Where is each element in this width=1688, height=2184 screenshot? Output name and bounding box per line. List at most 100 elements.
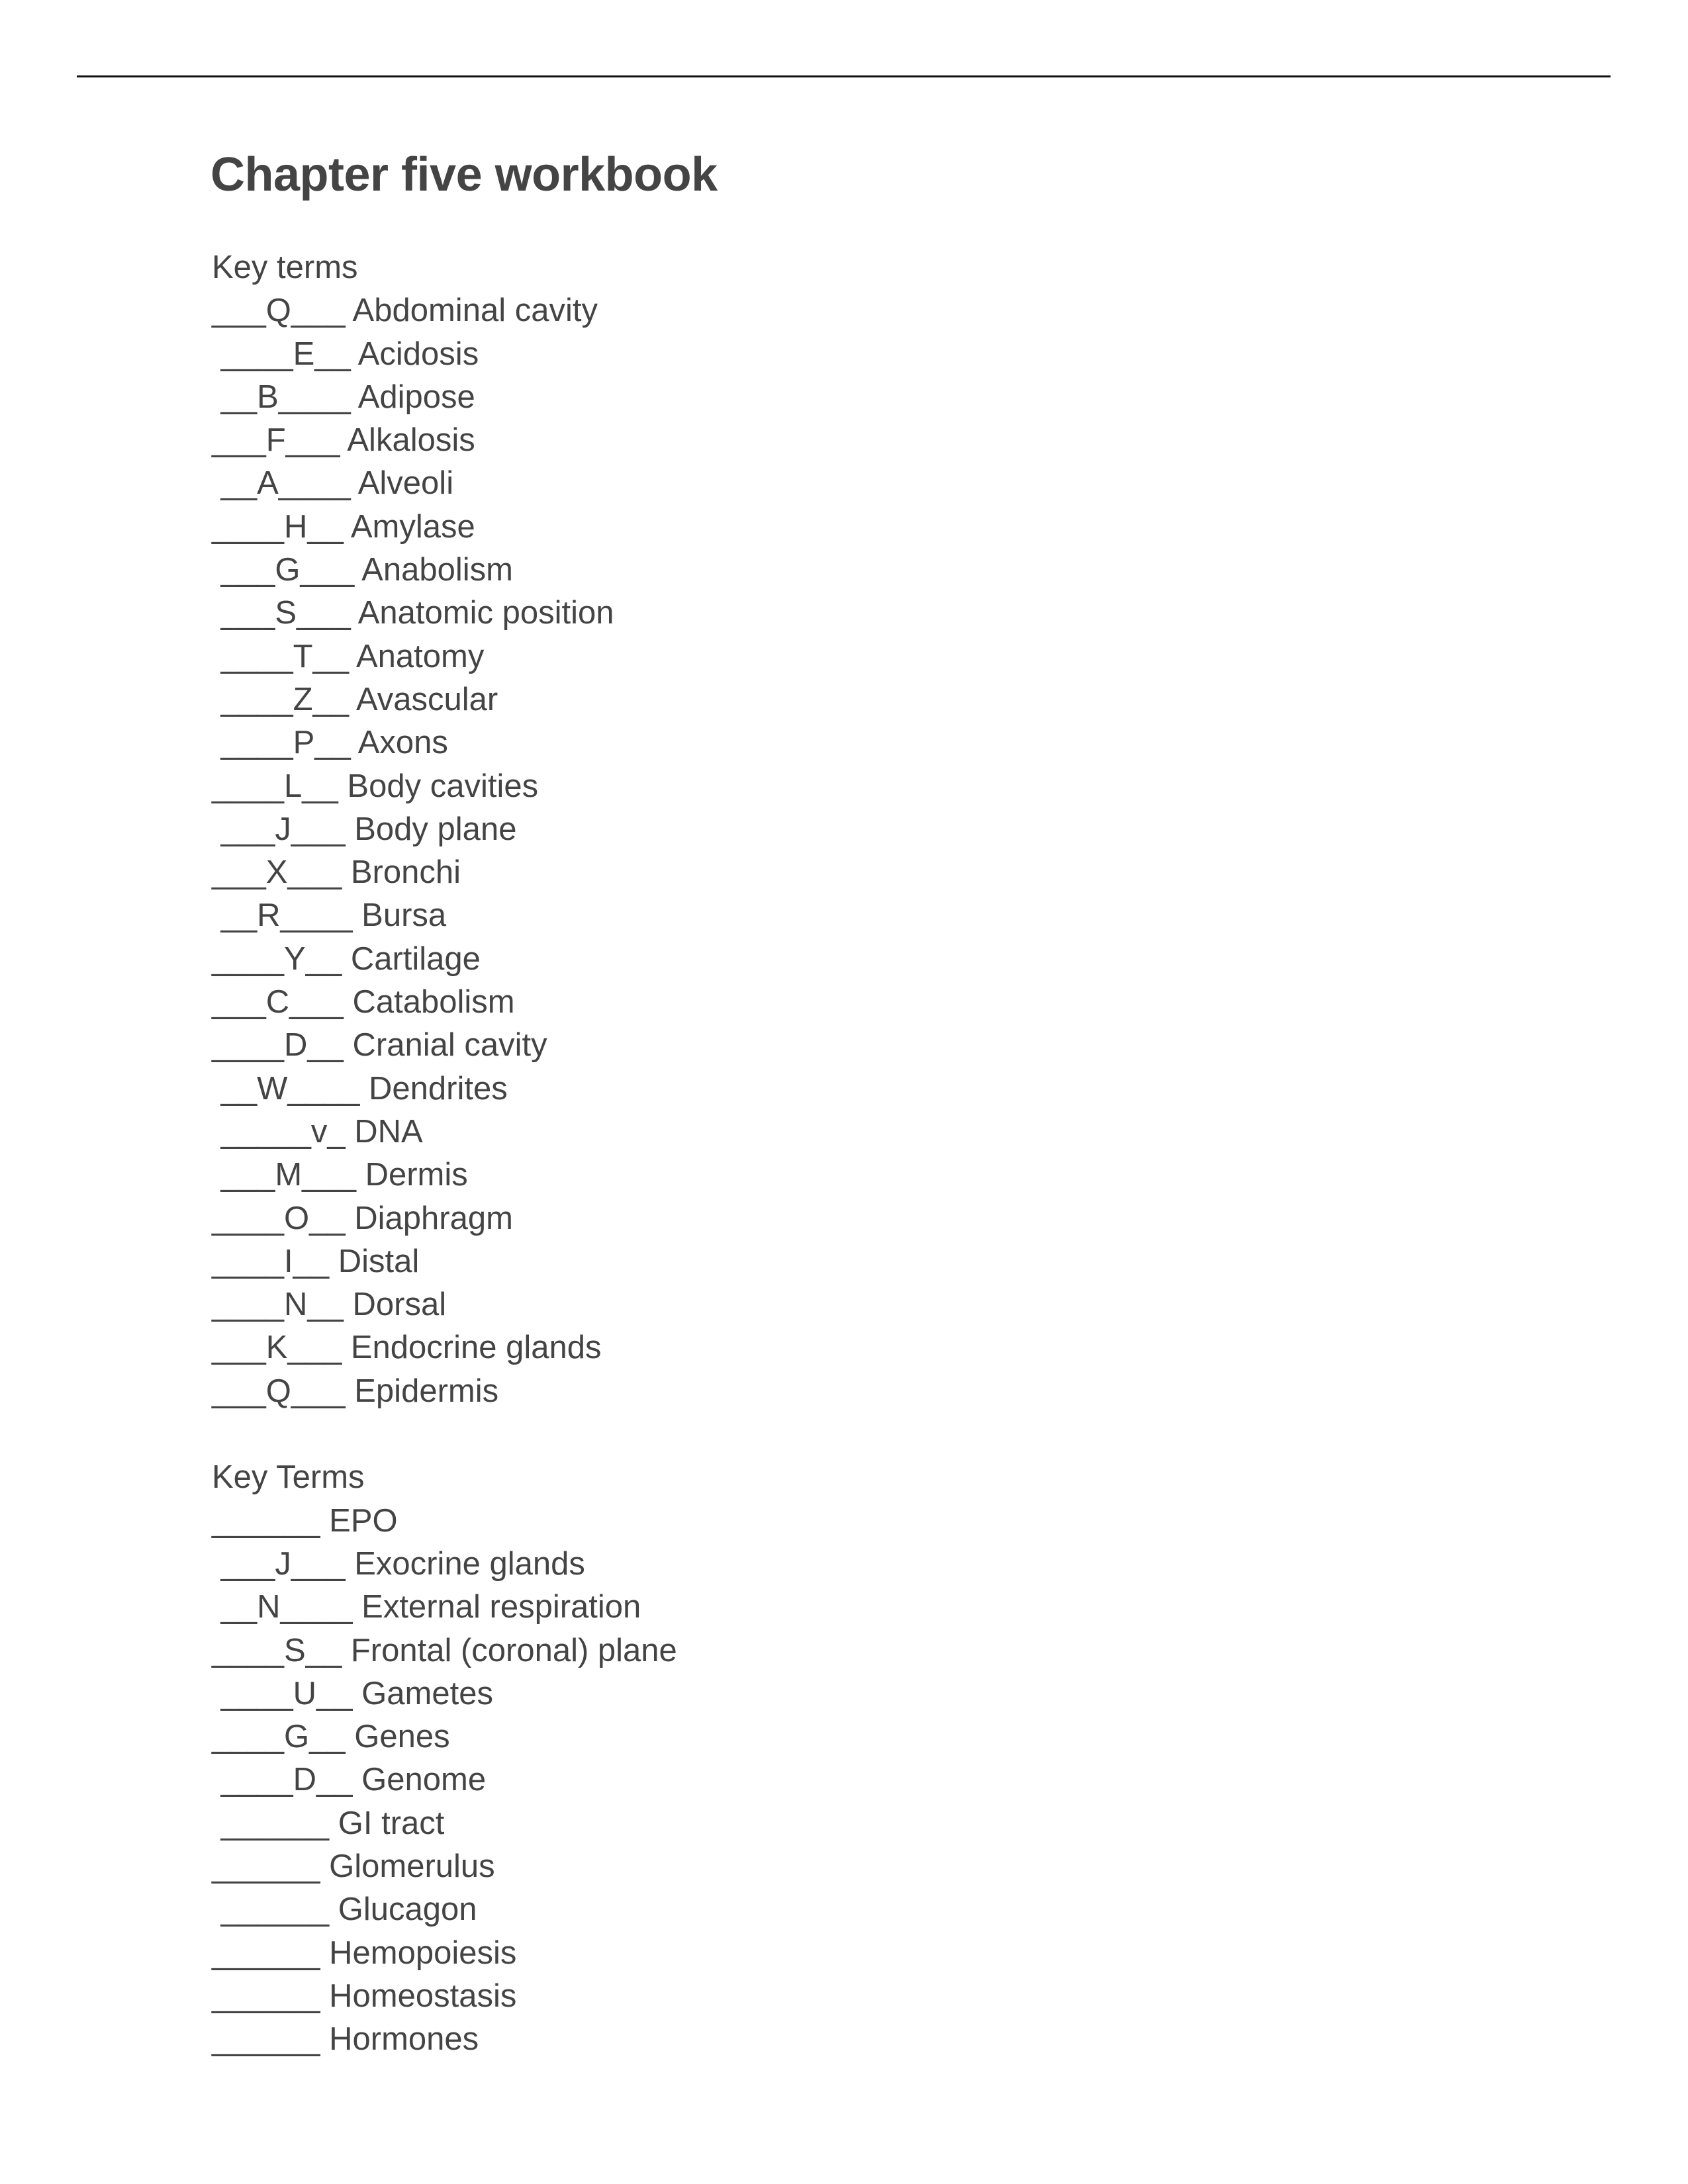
answer-blank[interactable]: ______ <box>212 1805 330 1841</box>
answer-blank[interactable]: ____O__ <box>212 1201 346 1236</box>
term-row: ______ GI tract <box>212 1802 677 1845</box>
term-label: External respiration <box>361 1589 641 1625</box>
term-row: ___M___ Dermis <box>212 1154 677 1197</box>
answer-blank[interactable]: _____v_ <box>212 1114 346 1150</box>
term-label: EPO <box>329 1502 398 1539</box>
answer-blank[interactable]: ____N__ <box>212 1287 344 1322</box>
term-row: ______ Glomerulus <box>212 1845 677 1888</box>
answer-blank[interactable]: ______ <box>212 1978 320 2014</box>
term-row: __N____ External respiration <box>212 1586 677 1629</box>
term-row: ____I__ Distal <box>212 1240 677 1283</box>
term-row: ____Y__ Cartilage <box>212 938 677 981</box>
term-row: ___X___ Bronchi <box>212 851 677 894</box>
term-row: ____U__ Gametes <box>212 1672 677 1715</box>
term-row: ___F___ Alkalosis <box>212 419 677 462</box>
answer-blank[interactable]: ____P__ <box>212 725 351 760</box>
answer-blank[interactable]: ____H__ <box>212 509 344 545</box>
term-label: DNA <box>354 1113 423 1150</box>
answer-blank[interactable]: __N____ <box>212 1589 353 1625</box>
term-label: Bronchi <box>350 854 461 891</box>
answer-blank[interactable]: ______ <box>212 1503 320 1539</box>
top-horizontal-rule <box>77 75 1611 77</box>
term-label: Distal <box>338 1243 420 1279</box>
term-row: ______ EPO <box>212 1500 677 1543</box>
answer-blank[interactable]: ____U__ <box>212 1676 353 1711</box>
answer-blank[interactable]: ___J___ <box>212 811 346 847</box>
answer-blank[interactable]: ____D__ <box>212 1027 344 1063</box>
term-label: Anabolism <box>361 552 513 588</box>
answer-blank[interactable]: ___M___ <box>212 1157 356 1193</box>
answer-blank[interactable]: ____E__ <box>212 336 351 372</box>
term-label: Gametes <box>361 1675 493 1711</box>
term-label: Anatomic position <box>357 595 614 631</box>
answer-blank[interactable]: ____G__ <box>212 1719 346 1754</box>
term-row: ____S__ Frontal (coronal) plane <box>212 1629 677 1672</box>
answer-blank[interactable]: ______ <box>212 1935 320 1971</box>
answer-blank[interactable]: ___G___ <box>212 552 355 588</box>
term-row: ___J___ Exocrine glands <box>212 1543 677 1586</box>
term-label: Genes <box>354 1719 450 1755</box>
answer-blank[interactable]: ______ <box>212 2021 320 2057</box>
answer-blank[interactable]: ___C___ <box>212 984 344 1020</box>
section-heading: Key Terms <box>212 1459 365 1496</box>
term-row: __B____ Adipose <box>212 376 677 419</box>
answer-blank[interactable]: ____S__ <box>212 1633 342 1668</box>
answer-blank[interactable]: __A____ <box>212 465 351 501</box>
term-row: ____D__ Genome <box>212 1758 677 1801</box>
term-list: ______ EPO ___J___ Exocrine glands __N__… <box>212 1500 677 2062</box>
term-label: Amylase <box>350 508 475 545</box>
answer-blank[interactable]: ____D__ <box>212 1762 353 1797</box>
answer-blank[interactable]: ___Q___ <box>212 1373 346 1409</box>
term-row: ___S___ Anatomic position <box>212 592 677 635</box>
term-row: ____O__ Diaphragm <box>212 1197 677 1240</box>
term-row: ___Q___ Abdominal cavity <box>212 289 677 332</box>
term-label: Anatomy <box>355 638 485 674</box>
term-label: Alkalosis <box>347 422 475 459</box>
term-label: Catabolism <box>352 984 515 1021</box>
term-label: Dermis <box>365 1157 468 1193</box>
term-row: ____H__ Amylase <box>212 506 677 549</box>
term-row: __A____ Alveoli <box>212 462 677 505</box>
term-label: Exocrine glands <box>354 1545 585 1582</box>
term-label: Glucagon <box>338 1891 477 1928</box>
term-label: Frontal (coronal) plane <box>350 1632 677 1668</box>
answer-blank[interactable]: __B____ <box>212 379 351 415</box>
term-label: Endocrine glands <box>350 1330 602 1366</box>
answer-blank[interactable]: ______ <box>212 1891 330 1927</box>
term-row: ____N__ Dorsal <box>212 1283 677 1326</box>
answer-blank[interactable]: ____L__ <box>212 768 338 804</box>
term-row: ____G__ Genes <box>212 1715 677 1758</box>
term-label: Hemopoiesis <box>329 1934 517 1971</box>
answer-blank[interactable]: ___X___ <box>212 854 342 890</box>
term-label: Axons <box>357 725 448 761</box>
term-row: ______ Glucagon <box>212 1888 677 1931</box>
answer-blank[interactable]: ___F___ <box>212 422 340 458</box>
answer-blank[interactable]: ____T__ <box>212 639 349 674</box>
answer-blank[interactable]: ____Y__ <box>212 941 342 977</box>
answer-blank[interactable]: __R____ <box>212 897 353 933</box>
answer-blank[interactable]: ______ <box>212 1848 320 1884</box>
term-row: ______ Homeostasis <box>212 1975 677 2018</box>
answer-blank[interactable]: ____I__ <box>212 1244 329 1279</box>
term-label: Homeostasis <box>329 1978 517 2014</box>
answer-blank[interactable]: ___J___ <box>212 1546 346 1582</box>
term-label: Abdominal cavity <box>352 293 598 329</box>
answer-blank[interactable]: ____Z__ <box>212 682 349 717</box>
term-label: Cartilage <box>350 940 481 977</box>
term-label: Bursa <box>361 897 447 934</box>
page-title: Chapter five workbook <box>211 148 718 201</box>
term-label: Dendrites <box>369 1070 508 1107</box>
term-row: ______ Hormones <box>212 2018 677 2061</box>
term-row: ___J___ Body plane <box>212 808 677 851</box>
term-row: ____E__ Acidosis <box>212 333 677 376</box>
answer-blank[interactable]: ___K___ <box>212 1330 342 1365</box>
answer-blank[interactable]: ___Q___ <box>212 293 346 328</box>
worksheet-content: Key terms ___Q___ Abdominal cavity ____E… <box>212 246 677 2061</box>
term-row: ______ Hemopoiesis <box>212 1932 677 1975</box>
term-label: Dorsal <box>352 1287 447 1323</box>
term-row: ____D__ Cranial cavity <box>212 1024 677 1067</box>
answer-blank[interactable]: __W____ <box>212 1071 360 1107</box>
answer-blank[interactable]: ___S___ <box>212 595 351 631</box>
term-list: ___Q___ Abdominal cavity ____E__ Acidosi… <box>212 289 677 1413</box>
term-label: Glomerulus <box>329 1848 495 1884</box>
